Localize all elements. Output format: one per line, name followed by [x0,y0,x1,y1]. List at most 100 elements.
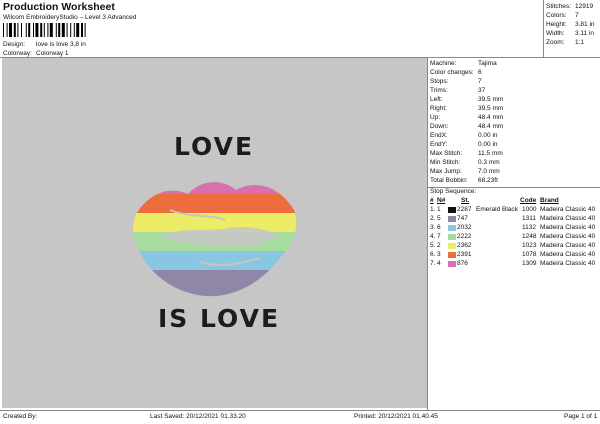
design-preview[interactable]: LOVE IS LOVE [2,58,427,408]
thread-brand: Madeira Classic 40 [540,206,596,213]
up-label: Up: [430,114,441,121]
endy-label: EndY: [430,141,448,148]
thread-code: 1309 [522,260,537,267]
needle-number: 4 [437,260,441,267]
stops-label: Stops: [430,78,449,85]
stops-value: 7 [478,78,482,85]
min-stitch-value: 0.3 mm [478,159,500,166]
needle-number: 3 [437,251,441,258]
stat-value: 12919 [575,3,594,10]
thread-name: Emerald Black [476,206,518,213]
down-value: 48.4 mm [478,123,504,130]
footer-last-saved: Last Saved: 20/12/2021 01.33.20 [150,413,246,420]
thread-code: 1311 [522,215,536,222]
stats-divider [543,0,544,57]
stop-sequence-title: Stop Sequence: [430,188,477,195]
rainbow-lips-graphic [133,182,297,297]
thread-color-swatch [448,225,456,231]
stop-number: 2. [430,215,436,222]
stat-value: 7 [575,12,579,19]
stat-label: Width: [546,30,565,37]
stitch-count: 2362 [457,242,472,249]
endx-value: 0.00 in [478,132,498,139]
down-label: Down: [430,123,449,130]
footer-printed: Printed: 20/12/2021 01.40.45 [354,413,438,420]
stat-label: Stitches: [546,3,571,10]
thread-color-swatch [448,243,456,249]
thread-code: 1023 [522,242,537,249]
thread-code: 1248 [522,233,537,240]
thread-color-swatch [448,216,456,222]
left-value: 39.5 mm [478,96,504,103]
stat-label: Colors: [546,12,567,19]
col-code-header: Code [520,197,537,204]
stat-value: 3.81 in [575,21,595,28]
stop-number: 4. [430,233,436,240]
min-stitch-label: Min Stitch: [430,159,461,166]
worksheet-title: Production Worksheet [3,1,115,13]
stitch-count: 876 [457,260,468,267]
thread-code: 1132 [522,224,536,231]
thread-brand: Madeira Classic 40 [540,215,596,222]
machine-label: Machine: [430,60,457,67]
stitch-count: 2391 [457,251,472,258]
needle-number: 6 [437,224,441,231]
needle-number: 7 [437,233,441,240]
stop-number: 7. [430,260,436,267]
total-bobbin-label: Total Bobbin: [430,177,468,184]
software-subtitle: Wilcom EmbroideryStudio – Level 3 Advanc… [3,14,137,21]
thread-brand: Madeira Classic 40 [540,233,596,240]
max-jump-label: Max Jump: [430,168,462,175]
stop-number: 6. [430,251,436,258]
right-label: Right: [430,105,447,112]
thread-color-swatch [448,252,456,258]
footer-divider [0,410,600,411]
design-text-love: LOVE [174,132,255,161]
endy-value: 0.00 in [478,141,498,148]
col-hash-header: # [430,197,434,204]
barcode [3,23,86,37]
footer-page: Page 1 of 1 [564,413,598,420]
needle-number: 5 [437,215,441,222]
needle-number: 2 [437,242,441,249]
col-st-header: St. [461,197,470,204]
color-changes-value: 6 [478,69,482,76]
stat-value: 1:1 [575,39,585,46]
up-value: 48.4 mm [478,114,504,121]
col-n-header: N# [437,197,446,204]
panel-divider [427,57,428,410]
max-stitch-value: 11.5 mm [478,150,503,157]
design-label: Design: [3,41,26,48]
thread-brand: Madeira Classic 40 [540,260,596,267]
stitch-count: 2287 [457,206,472,213]
endx-label: EndX: [430,132,448,139]
colorway-label: Colorway: [3,50,32,57]
stop-number: 5. [430,242,436,249]
stop-number: 3. [430,224,436,231]
thread-code: 1078 [522,251,537,258]
thread-code: 1000 [522,206,537,213]
stat-value: 3.11 in [575,30,595,37]
design-text-is-love: IS LOVE [158,304,281,333]
stop-number: 1. [430,206,436,213]
stat-label: Height: [546,21,567,28]
stitch-count: 2032 [457,224,472,231]
stitch-count: 747 [457,215,468,222]
thread-brand: Madeira Classic 40 [540,251,596,258]
col-brand-header: Brand [540,197,559,204]
right-value: 39.5 mm [478,105,504,112]
trims-label: Trims: [430,87,448,94]
total-bobbin-value: 68.23ft [478,177,498,184]
thread-brand: Madeira Classic 40 [540,242,596,249]
stat-label: Zoom: [546,39,565,46]
max-stitch-label: Max Stitch: [430,150,463,157]
design-value: love is love 3,8 in [36,41,86,48]
thread-brand: Madeira Classic 40 [540,224,596,231]
footer-created-by: Created By: [3,413,38,420]
max-jump-value: 7.0 mm [478,168,500,175]
stitch-count: 2222 [457,233,472,240]
thread-color-swatch [448,261,456,267]
left-label: Left: [430,96,443,103]
thread-color-swatch [448,234,456,240]
color-changes-label: Color changes: [430,69,474,76]
